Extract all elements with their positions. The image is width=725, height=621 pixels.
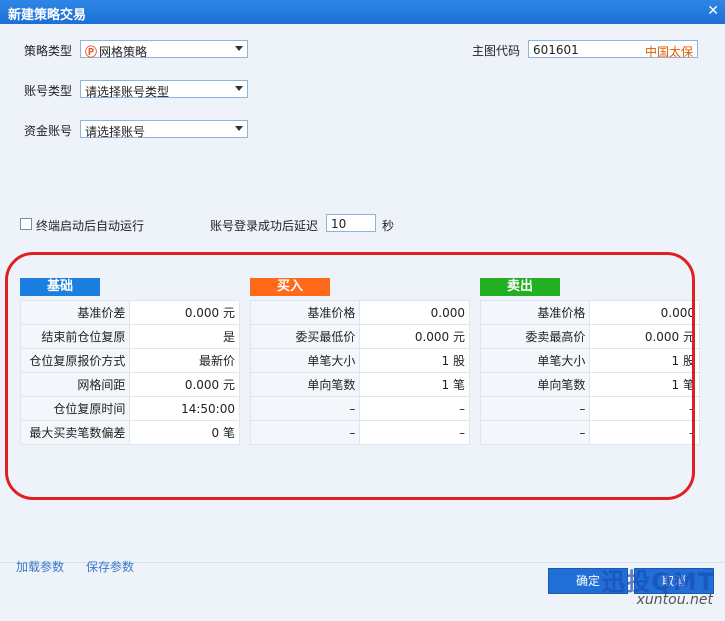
main-code-label: 主图代码 xyxy=(472,44,521,58)
fund-account-select[interactable]: 请选择账号 xyxy=(80,120,248,139)
delay-unit: 秒 xyxy=(382,219,395,233)
load-params-link[interactable]: 加载参数 xyxy=(16,558,64,575)
strategy-icon: Ⓟ xyxy=(85,45,98,59)
auto-run-checkbox[interactable] xyxy=(20,218,32,230)
dialog-body: 策略类型 网格策略 Ⓟ 主图代码 601601 中国太保 账号类型 请选择账号类… xyxy=(0,24,725,621)
close-icon[interactable]: ✕ xyxy=(707,3,719,19)
chevron-down-icon xyxy=(235,86,243,91)
delay-label: 账号登录成功后延迟 xyxy=(210,219,319,233)
account-type-select[interactable]: 请选择账号类型 xyxy=(80,80,248,99)
strategy-type-select[interactable]: 网格策略 Ⓟ xyxy=(80,40,248,59)
chevron-down-icon xyxy=(235,46,243,51)
main-code-input[interactable]: 601601 中国太保 xyxy=(528,40,698,59)
title-bar: 新建策略交易 ✕ xyxy=(0,0,725,24)
chevron-down-icon xyxy=(235,126,243,131)
auto-run-label: 终端启动后自动运行 xyxy=(36,219,145,233)
window-title: 新建策略交易 xyxy=(8,8,87,23)
save-params-link[interactable]: 保存参数 xyxy=(86,558,134,575)
fund-account-label: 资金账号 xyxy=(24,124,73,138)
strategy-type-label: 策略类型 xyxy=(24,44,73,58)
account-type-label: 账号类型 xyxy=(24,84,73,98)
delay-input[interactable]: 10 xyxy=(326,214,376,232)
highlight-annotation xyxy=(5,252,695,500)
stock-name: 中国太保 xyxy=(644,45,693,59)
watermark-site: xuntou.net xyxy=(636,592,713,608)
